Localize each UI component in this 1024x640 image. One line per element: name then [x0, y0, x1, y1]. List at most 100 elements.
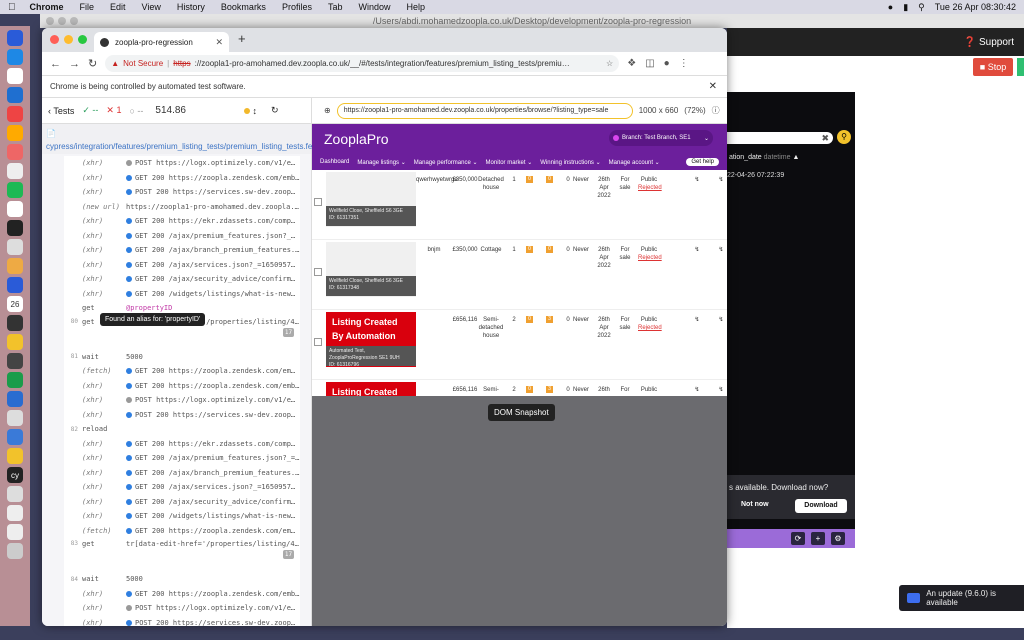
- app-icon[interactable]: [7, 68, 23, 84]
- wait-command-row[interactable]: 81 wait 5000: [64, 350, 300, 365]
- cypress-icon[interactable]: cy: [7, 467, 23, 483]
- add-icon[interactable]: +: [811, 532, 825, 545]
- info-icon[interactable]: ⓘ: [712, 105, 720, 116]
- app-icon[interactable]: [7, 315, 23, 331]
- listing-row[interactable]: Listing Created By Automation Please Don…: [312, 310, 727, 380]
- command-row[interactable]: (xhr) POST 200 https://services.sw-dev.zo…: [64, 185, 300, 200]
- menu-view[interactable]: View: [134, 2, 169, 12]
- aut-url[interactable]: https://zoopla1-pro-amohamed.dev.zoopla.…: [336, 102, 633, 119]
- refresh-icon[interactable]: ⟳: [791, 532, 805, 545]
- zoopla-pro-logo[interactable]: ZooplaPro: [324, 131, 389, 147]
- app-icon[interactable]: [7, 429, 23, 445]
- command-row[interactable]: (xhr) POST 200 https://services.sw-dev.zo…: [64, 408, 300, 423]
- nav-winning-instructions[interactable]: Winning instructions ⌄: [540, 159, 600, 166]
- rerun-icon[interactable]: ↻: [271, 105, 279, 116]
- gear-icon[interactable]: ⚙: [831, 532, 845, 545]
- nav-dashboard[interactable]: Dashboard: [320, 159, 349, 165]
- listing-action-icon[interactable]: ↯: [692, 246, 702, 254]
- calendar-icon[interactable]: 26: [7, 296, 23, 312]
- app-icon[interactable]: [7, 448, 23, 464]
- listing-row[interactable]: Wellfield Close, Sheffield S6 3GE ID: 613…: [312, 170, 727, 240]
- command-row[interactable]: (xhr) GET 200 /ajax/premium_features.json…: [64, 229, 300, 244]
- get-command-row[interactable]: 83 get tr[data-edit-href='/properties/list…: [64, 538, 300, 572]
- menu-edit[interactable]: Edit: [102, 2, 134, 12]
- command-row[interactable]: (xhr) GET 200 /ajax/services.json?_=16509…: [64, 480, 300, 495]
- profile-icon[interactable]: ●: [664, 58, 670, 69]
- back-icon[interactable]: ←: [50, 58, 61, 70]
- app-icon[interactable]: [7, 106, 23, 122]
- forward-icon[interactable]: →: [69, 58, 80, 70]
- command-row[interactable]: (fetch) GET 200 https://zoopla.zendesk.co…: [64, 364, 300, 379]
- get-help-button[interactable]: Get help: [686, 158, 719, 166]
- branch-selector[interactable]: Branch: Test Branch, SE1 ⌄: [609, 130, 713, 146]
- omnibox[interactable]: ▲ Not Secure | https://zoopla1-pro-amoha…: [105, 55, 620, 72]
- listing-action-icon[interactable]: ↯: [716, 246, 726, 254]
- finder-icon[interactable]: [7, 30, 23, 46]
- menu-file[interactable]: File: [72, 2, 103, 12]
- battery-icon[interactable]: ▮: [903, 2, 908, 13]
- menu-window[interactable]: Window: [350, 2, 398, 12]
- command-row[interactable]: (xhr) GET 200 /ajax/branch_premium_featur…: [64, 243, 300, 258]
- selector-playground-icon[interactable]: ⊕: [324, 106, 331, 115]
- bookmark-star-icon[interactable]: ☆: [606, 59, 613, 68]
- app-icon[interactable]: [7, 258, 23, 274]
- sidebar-icon[interactable]: ◫: [645, 58, 654, 69]
- app-icon[interactable]: [7, 163, 23, 179]
- listing-checkbox[interactable]: [314, 198, 322, 206]
- command-row[interactable]: (xhr) GET 200 /ajax/security_advice/confi…: [64, 495, 300, 510]
- zoom-icon[interactable]: [7, 277, 23, 293]
- app-icon[interactable]: [7, 201, 23, 217]
- command-row[interactable]: (xhr) GET 200 https://zoopla.zendesk.com/…: [64, 171, 300, 186]
- menu-icon[interactable]: ⋮: [679, 58, 689, 69]
- extensions-icon[interactable]: ❖: [627, 58, 636, 69]
- command-row[interactable]: (xhr) GET 200 /ajax/security_advice/confi…: [64, 272, 300, 287]
- app-icon[interactable]: [7, 505, 23, 521]
- close-infobar-icon[interactable]: ✕: [709, 81, 717, 92]
- support-link[interactable]: ❓ Support: [964, 37, 1014, 48]
- command-row[interactable]: (xhr) GET 200 https://zoopla.zendesk.com/…: [64, 587, 300, 602]
- listing-row[interactable]: Wellfield Close, Sheffield S6 3GE ID: 613…: [312, 240, 727, 310]
- close-window-button[interactable]: [50, 35, 59, 44]
- search-icon[interactable]: ⚲: [918, 2, 925, 13]
- trash-icon[interactable]: [7, 543, 23, 559]
- listing-checkbox[interactable]: [314, 338, 322, 346]
- command-row[interactable]: (fetch) GET 200 https://zoopla.zendesk.co…: [64, 524, 300, 539]
- nav-manage-listings[interactable]: Manage listings ⌄: [357, 159, 405, 166]
- listing-checkbox[interactable]: [314, 268, 322, 276]
- listing-action-icon[interactable]: ↯: [716, 176, 726, 184]
- chrome-icon[interactable]: [7, 486, 23, 502]
- listing-row[interactable]: Listing Created By Automation £656,116 S…: [312, 380, 727, 396]
- command-row[interactable]: (xhr) GET 200 /widgets/listings/what-is-n…: [64, 509, 300, 524]
- spec-path[interactable]: 📄 cypress/integration/features/premium_l…: [42, 124, 331, 154]
- command-row[interactable]: (xhr) GET 200 /ajax/branch_premium_featur…: [64, 466, 300, 481]
- command-row[interactable]: (xhr) GET 200 https://ekr.zdassets.com/co…: [64, 214, 300, 229]
- nav-manage-account[interactable]: Manage account ⌄: [609, 159, 660, 166]
- update-banner[interactable]: An update (9.6.0) is available: [899, 585, 1024, 611]
- menu-profiles[interactable]: Profiles: [274, 2, 320, 12]
- app-icon[interactable]: [7, 391, 23, 407]
- chrome-icon[interactable]: [7, 239, 23, 255]
- download-button[interactable]: Download: [795, 499, 847, 513]
- apple-icon[interactable]: : [0, 2, 22, 13]
- app-icon[interactable]: [7, 524, 23, 540]
- new-tab-button[interactable]: +: [238, 31, 246, 46]
- menubar-clock[interactable]: Tue 26 Apr 08:30:42: [935, 2, 1016, 12]
- reload-icon[interactable]: ↻: [88, 57, 97, 70]
- stop-button[interactable]: ■ Stop: [973, 58, 1013, 76]
- browser-tab[interactable]: zoopla-pro-regression ✕: [94, 32, 229, 52]
- column-header[interactable]: ation_date datetime ▲: [729, 154, 799, 161]
- search-clear-icon[interactable]: ✖: [727, 132, 833, 144]
- reload-command-row[interactable]: 82 reload: [64, 422, 300, 437]
- listing-action-icon[interactable]: ↯: [692, 316, 702, 324]
- command-row[interactable]: (xhr) POST https://logx.optimizely.com/v1…: [64, 156, 300, 171]
- command-row[interactable]: (xhr) GET 200 /widgets/listings/what-is-n…: [64, 287, 300, 302]
- not-now-button[interactable]: Not now: [741, 501, 769, 508]
- nav-monitor-market[interactable]: Monitor market ⌄: [486, 159, 533, 166]
- app-icon[interactable]: [7, 410, 23, 426]
- menu-history[interactable]: History: [169, 2, 213, 12]
- close-tab-icon[interactable]: ✕: [215, 37, 223, 48]
- command-row[interactable]: (xhr) GET 200 https://ekr.zdassets.com/co…: [64, 437, 300, 452]
- tests-button[interactable]: ‹ Tests: [48, 106, 74, 116]
- listing-action-icon[interactable]: ↯: [692, 386, 702, 394]
- wifi-icon[interactable]: ●: [888, 2, 893, 12]
